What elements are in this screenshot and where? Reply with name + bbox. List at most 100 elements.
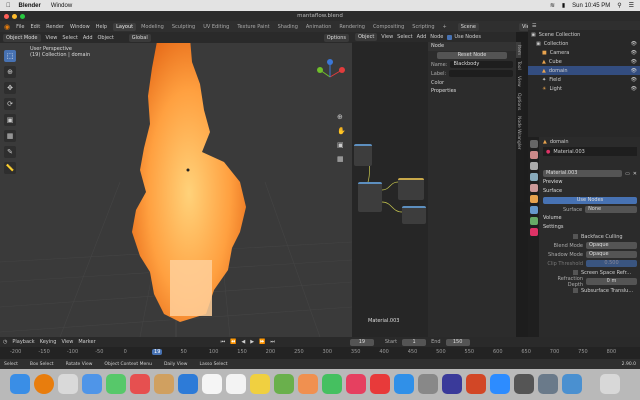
app-name[interactable]: Blender [19, 3, 41, 9]
screenshot-icon[interactable] [514, 374, 534, 394]
apple-icon[interactable]:  [6, 3, 11, 9]
tab-shading[interactable]: Shading [275, 23, 301, 31]
maps-icon[interactable] [274, 374, 294, 394]
outliner-row-domain[interactable]: ▲ domain 👁 [528, 66, 640, 75]
eye-icon[interactable]: 👁 [631, 68, 637, 74]
settings-section[interactable]: Settings [540, 223, 640, 232]
eye-icon[interactable]: 👁 [631, 41, 637, 47]
menu-help[interactable]: Help [96, 24, 107, 30]
render-tab-icon[interactable] [529, 151, 538, 159]
next-key-icon[interactable]: ⏩ [259, 339, 265, 345]
control-center-icon[interactable]: ☰ [629, 2, 634, 9]
outliner-row-collection[interactable]: ▣ Collection 👁 [528, 39, 640, 48]
photos-icon[interactable] [130, 374, 150, 394]
transform-icon[interactable]: ▦ [4, 130, 16, 142]
shader-node-editor[interactable]: Material.003 [352, 32, 428, 337]
node-menu-view[interactable]: View [381, 34, 393, 40]
camera-view-icon[interactable]: ▣ [337, 138, 347, 152]
material-slot-item[interactable]: Material.003 [553, 149, 584, 155]
wifi-icon[interactable]: ≋ [550, 2, 555, 9]
tab-animation[interactable]: Animation [303, 23, 335, 31]
launchpad-icon[interactable] [58, 374, 78, 394]
timeline-ruler[interactable]: -200 -150 -100 -50 0 19 50 100 150 200 250 300 350 40… [10, 349, 635, 357]
surface-section[interactable]: Surface [540, 187, 640, 196]
node-menu-select[interactable]: Select [397, 34, 412, 40]
preview-section[interactable]: Preview [540, 178, 640, 187]
clip-threshold-field[interactable]: 0.500 [586, 260, 637, 267]
select-box-icon[interactable]: ⬚ [4, 50, 16, 62]
use-nodes-toggle[interactable]: Use Nodes [447, 34, 481, 40]
zoom-icon[interactable] [490, 374, 510, 394]
cursor-icon[interactable]: ⊕ [4, 66, 16, 78]
timeline-menu-playback[interactable]: Playback [12, 339, 34, 345]
tool-tab-icon[interactable] [529, 140, 538, 148]
timeline-menu-keying[interactable]: Keying [40, 339, 57, 345]
end-frame-field[interactable]: 150 [445, 338, 470, 346]
music-icon[interactable] [346, 374, 366, 394]
node-volume[interactable] [402, 206, 426, 224]
material-slot-list[interactable]: ● Material.003 [543, 147, 637, 156]
viewport-menu-select[interactable]: Select [62, 35, 77, 41]
viewport-menu-object[interactable]: Object [98, 35, 114, 41]
output-tab-icon[interactable] [529, 162, 538, 170]
safari-icon[interactable] [82, 374, 102, 394]
menu-window[interactable]: Window [70, 24, 90, 30]
viewport-menu-view[interactable]: View [46, 35, 58, 41]
volume-section[interactable]: Volume [540, 214, 640, 223]
current-frame-field[interactable]: 19 [349, 338, 374, 346]
blender-dock-icon[interactable] [34, 374, 54, 394]
tab-sculpting[interactable]: Sculpting [169, 23, 198, 31]
calendar-icon[interactable] [202, 374, 222, 394]
outliner-row-cube[interactable]: ▲ Cube 👁 [528, 57, 640, 66]
timeline-editor-icon[interactable]: ◷ [3, 339, 7, 345]
measure-icon[interactable]: 📏 [4, 162, 16, 174]
jump-end-icon[interactable]: ⏭ [270, 339, 275, 345]
move-icon[interactable]: ✥ [4, 82, 16, 94]
mail-icon[interactable] [178, 374, 198, 394]
pan-hand-icon[interactable]: ✋ [337, 124, 347, 138]
transform-orientation-dropdown[interactable]: Global [128, 33, 151, 42]
material-tab-icon[interactable] [529, 228, 538, 236]
start-frame-field[interactable]: 1 [402, 338, 427, 346]
tab-uv-editing[interactable]: UV Editing [200, 23, 232, 31]
properties-section-header[interactable]: Properties [428, 87, 516, 96]
system-preferences-icon[interactable] [418, 374, 438, 394]
navigation-gizmo[interactable] [317, 59, 345, 78]
use-nodes-checkbox[interactable] [447, 34, 453, 40]
reset-node-button[interactable]: Reset Node [437, 52, 507, 59]
add-workspace-button[interactable]: + [440, 23, 450, 31]
shield-icon[interactable]: ▭ [625, 171, 630, 177]
tab-texture-paint[interactable]: Texture Paint [234, 23, 272, 31]
surface-dropdown[interactable]: None [585, 206, 637, 213]
keynote-icon[interactable] [442, 374, 462, 394]
backface-culling-checkbox[interactable] [573, 234, 578, 239]
viewport-options-dropdown[interactable]: Options [323, 33, 349, 42]
color-section-toggle[interactable]: Color [431, 80, 444, 86]
refraction-depth-field[interactable]: 0 m [586, 278, 637, 285]
timeline-menu-view[interactable]: View [61, 339, 73, 345]
powerpoint-icon[interactable] [466, 374, 486, 394]
menu-render[interactable]: Render [46, 24, 64, 30]
world-tab-icon[interactable] [529, 184, 538, 192]
node-section-header[interactable]: Node [428, 42, 516, 51]
timeline[interactable]: ◷ Playback Keying View Marker ⏮ ⏪ ◀ ▶ ⏩ … [0, 337, 640, 359]
battery-icon[interactable]: ▮ [562, 2, 565, 9]
jump-start-icon[interactable]: ⏮ [221, 339, 226, 345]
node-editor-type-dropdown[interactable]: Object [355, 33, 378, 41]
tab-tool[interactable]: Tool [516, 58, 521, 73]
mac-menu-window[interactable]: Window [51, 3, 72, 9]
eye-icon[interactable]: 👁 [631, 50, 637, 56]
photos-app-icon[interactable] [298, 374, 318, 394]
prev-key-icon[interactable]: ⏪ [230, 339, 236, 345]
tab-modeling[interactable]: Modeling [138, 23, 167, 31]
news-icon[interactable] [370, 374, 390, 394]
physics-tab-icon[interactable] [529, 217, 538, 225]
scale-icon[interactable]: ▣ [4, 114, 16, 126]
tab-view[interactable]: View [516, 73, 521, 90]
scene-selector[interactable]: Scene [457, 22, 479, 31]
sss-checkbox[interactable] [573, 288, 578, 293]
minimize-window-button[interactable] [12, 13, 17, 19]
facetime-icon[interactable] [322, 374, 342, 394]
outliner-filter-icon[interactable]: ☰ [532, 23, 536, 29]
tab-rendering[interactable]: Rendering [336, 23, 368, 31]
